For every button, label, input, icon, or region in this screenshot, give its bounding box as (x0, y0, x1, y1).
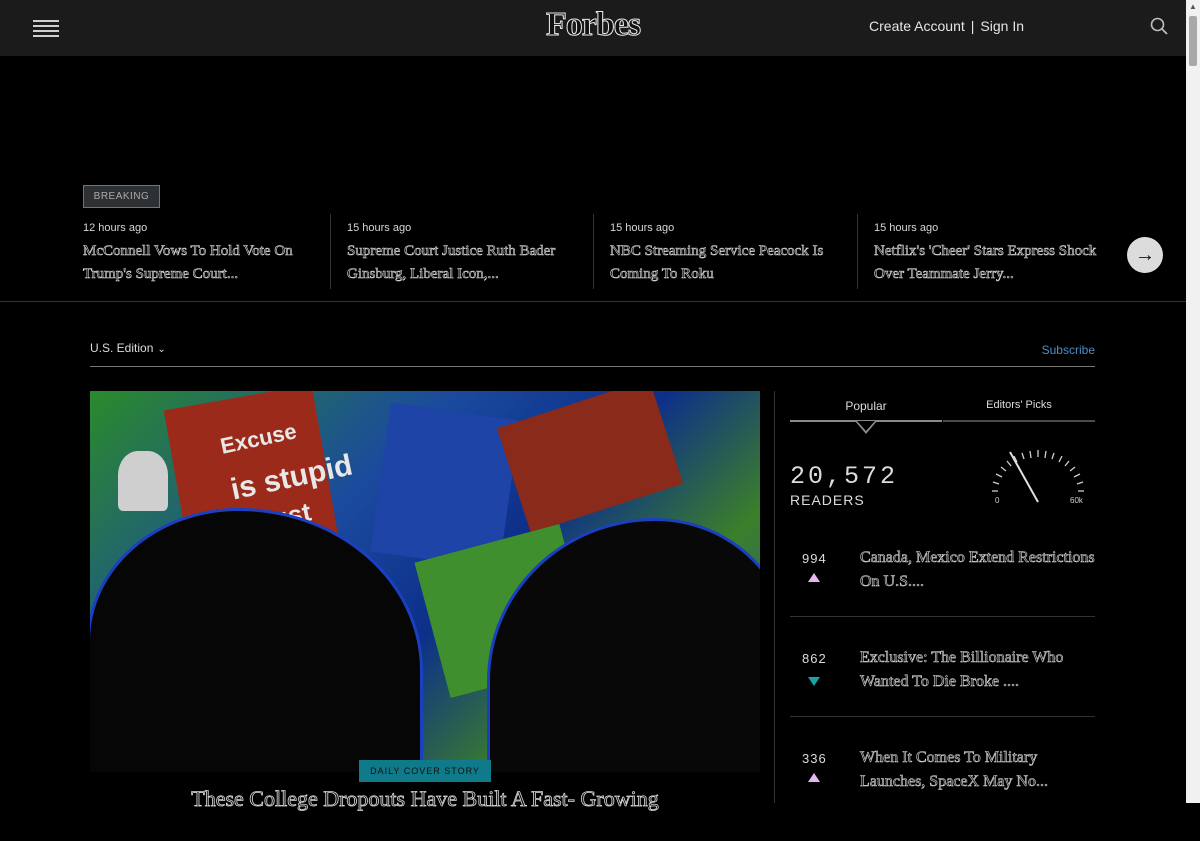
edition-selector[interactable]: U.S. Edition ⌄ (90, 341, 166, 355)
scroll-up-icon[interactable]: ▲ (1186, 0, 1200, 14)
hero-image-person (118, 451, 168, 511)
subscribe-link[interactable]: Subscribe (1042, 343, 1095, 357)
account-links: Create Account | Sign In (869, 18, 1024, 34)
news-timestamp: 15 hours ago (610, 222, 675, 234)
trend-up-icon (808, 773, 820, 782)
breaking-news-item[interactable]: 15 hours ago Netflix's 'Cheer' Stars Exp… (857, 214, 1119, 289)
arrow-right-icon[interactable]: → (1127, 237, 1163, 273)
news-headline[interactable]: NBC Streaming Service Peacock Is Coming … (610, 240, 845, 286)
active-tab-caret-fill (857, 421, 875, 431)
hero-image[interactable]: Excuse is stupid just (90, 391, 760, 772)
scrollbar-thumb[interactable] (1189, 16, 1197, 66)
news-headline[interactable]: Netflix's 'Cheer' Stars Express Shock Ov… (874, 240, 1109, 286)
readers-count: 20,572 (790, 462, 899, 491)
divider (790, 716, 1095, 717)
trend-up-icon (808, 573, 820, 582)
chevron-down-icon: ⌄ (157, 344, 166, 355)
popular-list-item[interactable]: 862 Exclusive: The Billionaire Who Wante… (790, 641, 1095, 741)
news-headline[interactable]: McConnell Vows To Hold Vote On Trump's S… (83, 240, 318, 286)
sign-in-link[interactable]: Sign In (980, 18, 1024, 34)
breaking-news-item[interactable]: 15 hours ago Supreme Court Justice Ruth … (330, 214, 592, 289)
popular-title[interactable]: Canada, Mexico Extend Restrictions On U.… (860, 546, 1095, 594)
breaking-news-item[interactable]: 15 hours ago NBC Streaming Service Peaco… (593, 214, 855, 289)
tab-popular[interactable]: Popular (790, 399, 942, 413)
news-timestamp: 12 hours ago (83, 222, 148, 234)
divider (90, 366, 1095, 367)
vertical-scrollbar[interactable]: ▲ (1186, 0, 1200, 803)
breaking-news-item[interactable]: 12 hours ago McConnell Vows To Hold Vote… (83, 214, 328, 289)
edition-label: U.S. Edition (90, 341, 154, 355)
readers-gauge: 0 60k (992, 450, 1084, 505)
popular-title[interactable]: When It Comes To Military Launches, Spac… (860, 746, 1095, 794)
breaking-badge: BREAKING (83, 185, 160, 208)
trend-down-icon (808, 677, 820, 686)
daily-cover-story-tag[interactable]: DAILY COVER STORY (359, 760, 491, 782)
divider (0, 301, 1186, 302)
create-account-link[interactable]: Create Account (869, 18, 965, 34)
account-separator: | (970, 18, 975, 34)
hero-headline[interactable]: These College Dropouts Have Built A Fast… (90, 786, 760, 812)
news-timestamp: 15 hours ago (874, 222, 939, 234)
popular-rank: 862 (802, 651, 827, 666)
divider (790, 616, 1095, 617)
divider (774, 391, 775, 803)
hero-image-card (496, 391, 684, 534)
search-icon[interactable] (1150, 17, 1168, 35)
top-navigation-bar: Forbes Create Account | Sign In (0, 0, 1186, 56)
gauge-min-label: 0 (995, 496, 1000, 505)
popular-rank: 994 (802, 551, 827, 566)
gauge-max-label: 60k (1070, 496, 1084, 505)
news-timestamp: 15 hours ago (347, 222, 412, 234)
popular-title[interactable]: Exclusive: The Billionaire Who Wanted To… (860, 646, 1095, 694)
news-headline[interactable]: Supreme Court Justice Ruth Bader Ginsbur… (347, 240, 582, 286)
tab-editors-picks[interactable]: Editors' Picks (943, 399, 1095, 411)
popular-list-item[interactable]: 336 When It Comes To Military Launches, … (790, 741, 1095, 841)
popular-rank: 336 (802, 751, 827, 766)
popular-list-item[interactable]: 994 Canada, Mexico Extend Restrictions O… (790, 541, 1095, 641)
tab-underline (943, 420, 1095, 422)
readers-label: READERS (790, 492, 865, 508)
